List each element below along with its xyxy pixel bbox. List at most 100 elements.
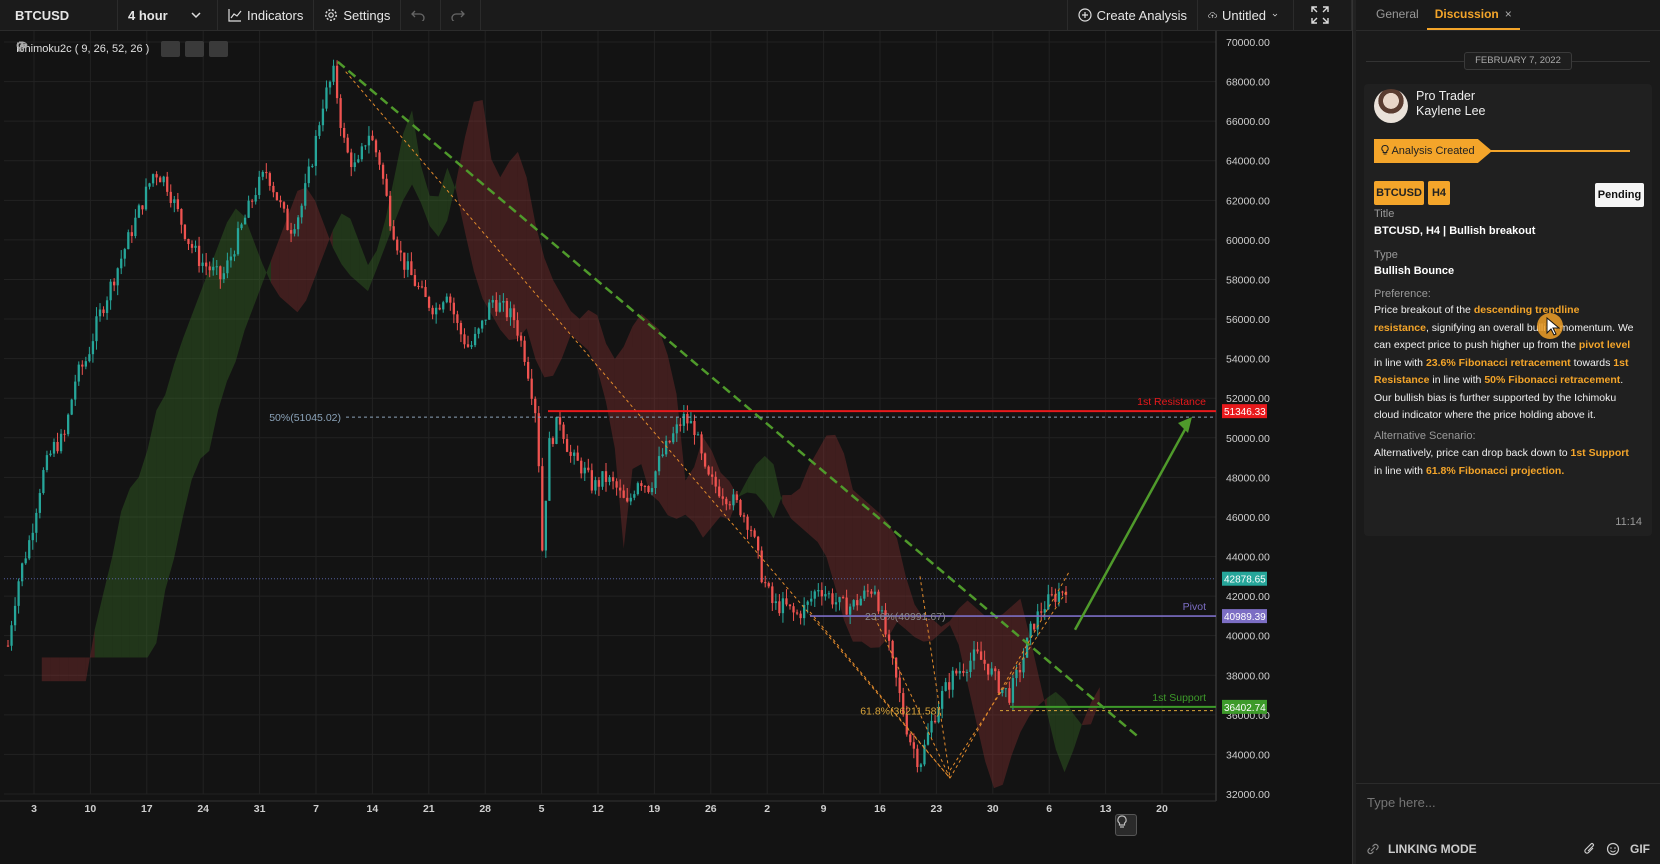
attach-button[interactable] bbox=[1584, 842, 1596, 856]
y-tick-label: 48000.00 bbox=[1226, 472, 1270, 484]
candle-body bbox=[120, 258, 123, 269]
y-tick-label: 44000.00 bbox=[1226, 552, 1270, 564]
lightbulb-icon bbox=[1117, 815, 1127, 828]
candle-body bbox=[300, 205, 303, 218]
candle-body bbox=[746, 516, 749, 530]
candle-body bbox=[1040, 611, 1043, 613]
candle-body bbox=[261, 171, 264, 177]
settings-button[interactable]: Settings bbox=[314, 0, 402, 31]
interval-dropdown[interactable]: 4 hour bbox=[118, 0, 218, 31]
resistance-label: 1st Resistance bbox=[1137, 396, 1206, 408]
candle-body bbox=[385, 178, 388, 196]
ichimoku-cloud-bear bbox=[41, 657, 51, 682]
ichimoku-cloud-bull bbox=[121, 488, 130, 658]
indicator-delete-button[interactable] bbox=[17, 41, 229, 57]
title-value: BTCUSD, H4 | Bullish breakout bbox=[1374, 225, 1536, 237]
candle-body bbox=[941, 690, 944, 709]
candle-body bbox=[711, 474, 714, 477]
create-analysis-label: Create Analysis bbox=[1096, 7, 1187, 23]
candle-body bbox=[346, 137, 349, 153]
candle-body bbox=[1011, 678, 1015, 703]
x-tick-label: 30 bbox=[987, 803, 999, 815]
indicator-legend: Ichimoku2c ( 9, 26, 52, 26 ) bbox=[16, 41, 229, 57]
undo-button[interactable] bbox=[401, 0, 442, 31]
candle-body bbox=[45, 455, 49, 471]
candle-body bbox=[113, 281, 116, 286]
candle-body bbox=[757, 536, 760, 551]
emoji-button[interactable] bbox=[1606, 842, 1620, 856]
symbol-selector[interactable]: BTCUSD bbox=[0, 0, 118, 31]
create-analysis-button[interactable]: Create Analysis bbox=[1068, 0, 1198, 31]
indicator-name: Ichimoku2c ( 9, 26, 52, 26 ) bbox=[16, 43, 150, 55]
message-input[interactable] bbox=[1356, 784, 1660, 820]
ichimoku-cloud-bear bbox=[658, 329, 668, 516]
chart-canvas[interactable]: 70000.00 68000.00 66000.00 64000.00 62000.00… bbox=[0, 31, 1352, 864]
candle-body bbox=[350, 152, 353, 168]
pivot-label: Pivot bbox=[1183, 601, 1206, 613]
candle-body bbox=[17, 581, 20, 606]
ichimoku-cloud-bear bbox=[703, 437, 712, 538]
candle-body bbox=[268, 173, 271, 186]
candle-body bbox=[1047, 594, 1050, 610]
price-chart[interactable]: 70000.00 68000.00 66000.00 64000.00 62000.00… bbox=[0, 31, 1352, 864]
layout-dropdown[interactable]: Untitled bbox=[1198, 0, 1294, 31]
candle-body bbox=[707, 466, 710, 475]
status-text: Analysis Created bbox=[1391, 145, 1475, 157]
candle-body bbox=[332, 65, 335, 82]
status-banner: Analysis Created bbox=[1374, 139, 1492, 163]
indicators-button[interactable]: Indicators bbox=[218, 0, 315, 31]
candle-body bbox=[565, 438, 569, 452]
y-tick-label: 64000.00 bbox=[1226, 156, 1270, 168]
avatar[interactable] bbox=[1374, 89, 1408, 123]
indicator-settings-button[interactable] bbox=[16, 41, 205, 57]
candle-body bbox=[13, 605, 17, 626]
undo-icon bbox=[411, 10, 425, 21]
candle-body bbox=[834, 602, 838, 605]
candle-body bbox=[289, 230, 293, 234]
x-tick-label: 9 bbox=[821, 803, 827, 815]
candle-body bbox=[987, 663, 990, 675]
cursor-highlight bbox=[1537, 313, 1563, 339]
fullscreen-button[interactable] bbox=[1294, 0, 1352, 31]
candle-body bbox=[721, 496, 724, 499]
y-tick-label: 52000.00 bbox=[1226, 393, 1270, 405]
candle-body bbox=[325, 87, 328, 109]
close-icon[interactable]: × bbox=[1505, 7, 1512, 21]
candle-body bbox=[806, 601, 809, 605]
type-label: Type bbox=[1374, 249, 1398, 261]
linking-mode-toggle[interactable]: LINKING MODE bbox=[1388, 842, 1584, 856]
candle-body bbox=[778, 601, 781, 614]
status-line bbox=[1490, 150, 1630, 152]
candle-body bbox=[144, 186, 148, 210]
candle-body bbox=[413, 275, 417, 286]
y-tick-label: 42000.00 bbox=[1226, 591, 1270, 603]
candle-body bbox=[859, 598, 862, 606]
tab-discussion[interactable]: Discussion × bbox=[1426, 7, 1520, 30]
app-window: BTCUSD 4 hour Indicators Settings Create… bbox=[0, 0, 1660, 864]
candle-body bbox=[141, 205, 144, 210]
smiley-icon bbox=[1606, 842, 1620, 856]
candle-body bbox=[689, 421, 693, 424]
candle-body bbox=[728, 504, 731, 506]
candle-body bbox=[201, 262, 204, 266]
candle-body bbox=[77, 364, 80, 382]
candle-body bbox=[725, 498, 728, 505]
visibility-toggle[interactable] bbox=[16, 41, 181, 57]
candle-body bbox=[633, 494, 636, 498]
layout-name: Untitled bbox=[1221, 7, 1267, 23]
tab-general[interactable]: General bbox=[1368, 7, 1427, 30]
redo-button[interactable] bbox=[441, 0, 482, 31]
y-tick-label: 62000.00 bbox=[1226, 195, 1270, 207]
candle-body bbox=[824, 594, 827, 597]
alt-segment: 1st Support bbox=[1570, 447, 1629, 459]
candle-body bbox=[456, 314, 459, 323]
candle-body bbox=[240, 224, 243, 229]
idea-button[interactable] bbox=[1115, 814, 1137, 836]
candle-body bbox=[887, 634, 891, 641]
candle-body bbox=[151, 174, 155, 184]
candle-body bbox=[972, 649, 976, 661]
candle-body bbox=[180, 209, 183, 225]
gif-button[interactable]: GIF bbox=[1630, 842, 1650, 856]
candle-body bbox=[123, 249, 126, 259]
candle-body bbox=[279, 200, 282, 203]
